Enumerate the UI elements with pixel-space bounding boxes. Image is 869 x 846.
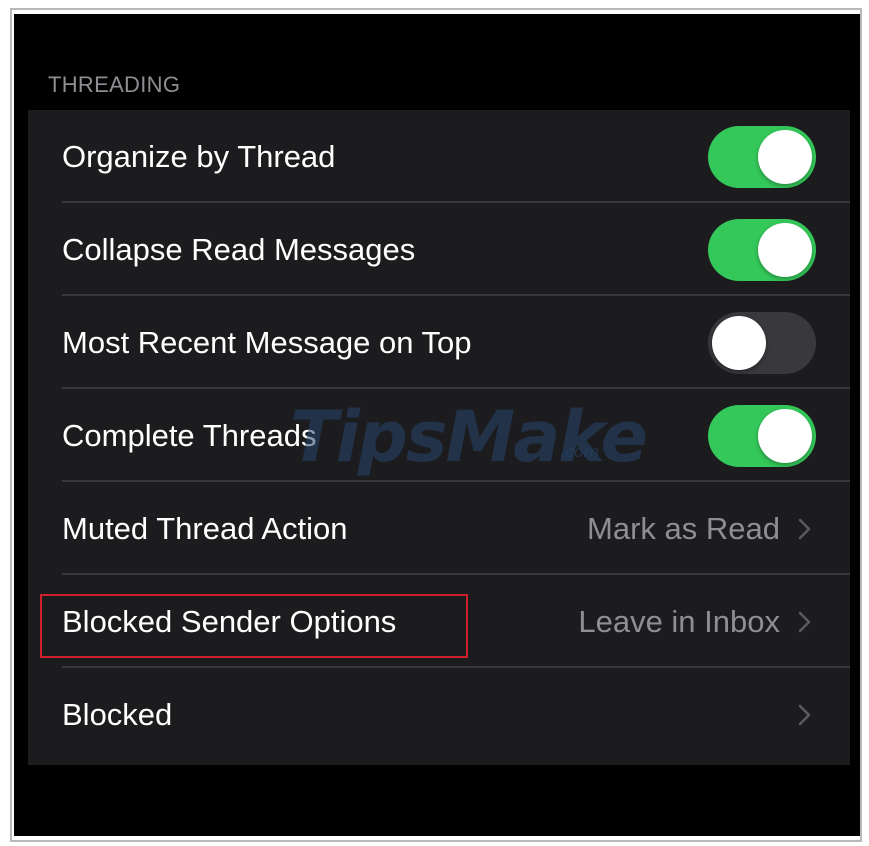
chevron-right-icon — [794, 517, 816, 541]
toggle-knob — [758, 223, 812, 277]
blocked-sender-options-value: Leave in Inbox — [578, 604, 780, 639]
chevron-right-icon — [794, 610, 816, 634]
row-label: Most Recent Message on Top — [62, 325, 472, 360]
most-recent-message-on-top-toggle[interactable] — [708, 312, 816, 374]
threading-settings-group: Organize by Thread Collapse Read Message… — [28, 110, 850, 765]
toggle-knob — [758, 130, 812, 184]
row-label: Blocked — [62, 697, 173, 732]
row-most-recent-message-on-top[interactable]: Most Recent Message on Top — [28, 296, 850, 389]
section-header-threading: THREADING — [48, 72, 181, 97]
row-label: Complete Threads — [62, 418, 317, 453]
row-muted-thread-action[interactable]: Muted Thread Action Mark as Read — [28, 482, 850, 575]
chevron-right-icon — [794, 703, 816, 727]
row-collapse-read-messages[interactable]: Collapse Read Messages — [28, 203, 850, 296]
row-label: Muted Thread Action — [62, 511, 348, 546]
complete-threads-toggle[interactable] — [708, 405, 816, 467]
collapse-read-messages-toggle[interactable] — [708, 219, 816, 281]
row-blocked[interactable]: Blocked — [28, 668, 850, 761]
toggle-knob — [758, 409, 812, 463]
bottom-spacer — [28, 765, 850, 819]
organize-by-thread-toggle[interactable] — [708, 126, 816, 188]
row-complete-threads[interactable]: Complete Threads — [28, 389, 850, 482]
muted-thread-action-value: Mark as Read — [587, 511, 780, 546]
toggle-knob — [712, 316, 766, 370]
row-label: Collapse Read Messages — [62, 232, 416, 267]
row-organize-by-thread[interactable]: Organize by Thread — [28, 110, 850, 203]
highlight-box-blocked-sender-options — [40, 594, 468, 658]
row-label: Organize by Thread — [62, 139, 336, 174]
